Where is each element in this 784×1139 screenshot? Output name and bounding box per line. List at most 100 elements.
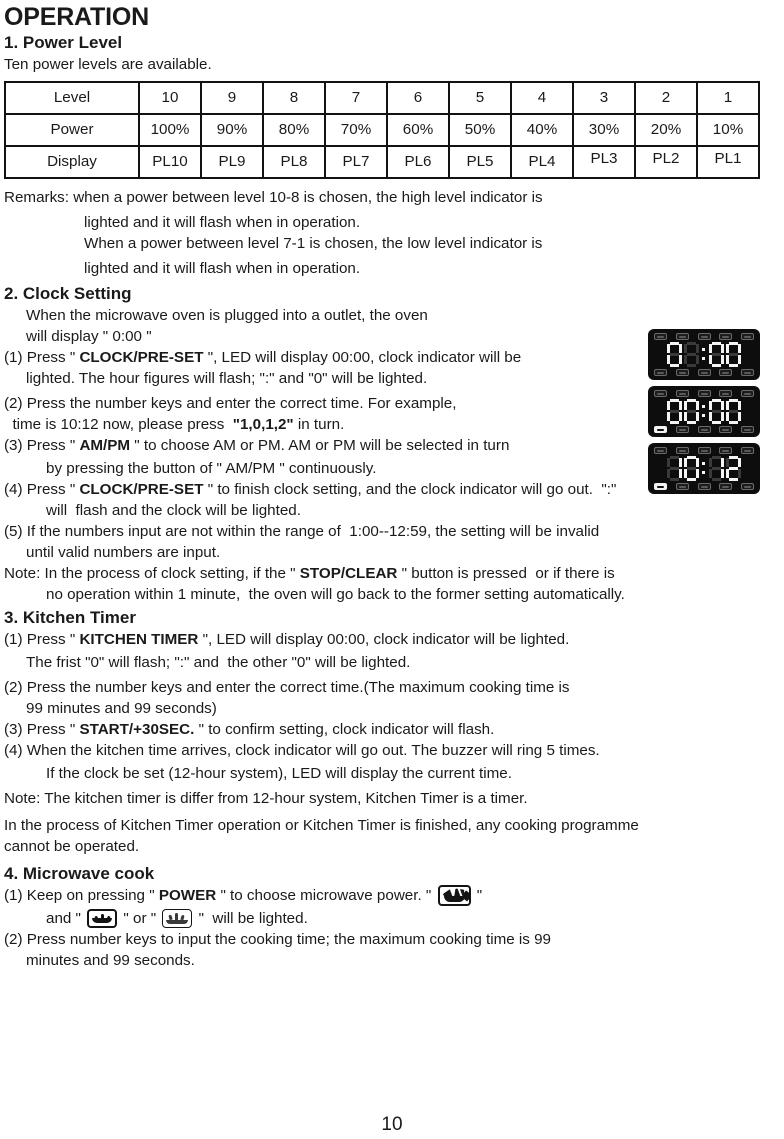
cell-level-2: 2 <box>634 81 698 115</box>
led-indicator-icon <box>654 447 667 454</box>
clock-button-clock-preset-2: CLOCK/PRE-SET <box>79 481 204 498</box>
led-indicator-icon <box>741 369 754 376</box>
led-indicator-icon <box>675 390 689 397</box>
clock-step-3-post: " to choose AM or PM. AM or PM will be s… <box>130 437 510 454</box>
led-indicator-icon <box>741 483 754 490</box>
led-digit <box>726 342 741 367</box>
led-digit <box>709 342 724 367</box>
cell-power-40: 40% <box>510 113 574 147</box>
led-indicator-icon <box>654 390 667 397</box>
led-indicator-row-top <box>654 333 754 340</box>
cell-display-pl7: PL7 <box>324 145 388 179</box>
remarks-line-4: lighted and it will flash when in operat… <box>84 260 361 277</box>
cell-power-90: 90% <box>200 113 264 147</box>
table-row-power: Power 100% 90% 80% 70% 60% 50% 40% 30% 2… <box>4 113 760 147</box>
led-digit-group <box>648 399 760 424</box>
led-indicator-row-top <box>654 447 754 454</box>
cell-power-30: 30% <box>572 113 636 147</box>
section-heading-kitchen-timer: 3. Kitchen Timer <box>4 608 136 627</box>
microwave-power-icon <box>437 885 471 906</box>
clock-note-pre: Note: In the process of clock setting, i… <box>4 565 300 582</box>
led-indicator-icon <box>654 483 667 490</box>
row-label-power: Power <box>4 113 140 147</box>
cook-step-1-pre: (1) Keep on pressing " <box>4 887 159 904</box>
section-heading-clock-setting: 2. Clock Setting <box>4 284 132 303</box>
cell-level-8: 8 <box>262 81 326 115</box>
led-indicator-icon <box>719 483 733 490</box>
clock-step-4-post: " to finish clock setting, and the clock… <box>203 481 617 498</box>
clock-step-4-cont: will flash and the clock will be lighted… <box>46 502 301 519</box>
timer-button-start-30sec: START/+30SEC. <box>79 721 195 738</box>
cell-display-pl10: PL10 <box>138 145 202 179</box>
led-display-clock-set <box>648 386 760 437</box>
cell-power-70: 70% <box>324 113 388 147</box>
led-indicator-icon <box>697 447 711 454</box>
led-digit <box>726 456 741 481</box>
led-indicator-row-bottom <box>654 426 754 433</box>
led-indicator-icon <box>654 369 667 376</box>
led-indicator-icon <box>675 333 689 340</box>
timer-step-2-line-2: 99 minutes and 99 seconds) <box>26 700 217 717</box>
clock-step-5-line-1: (5) If the numbers input are not within … <box>4 523 600 540</box>
led-digit-group <box>648 456 760 481</box>
cell-level-1: 1 <box>696 81 760 115</box>
led-indicator-icon <box>697 369 711 376</box>
cook-step-1-cont-a: and " <box>46 910 86 927</box>
cell-power-50: 50% <box>448 113 512 147</box>
led-digit <box>684 456 699 481</box>
led-colon <box>701 342 707 367</box>
timer-step-2-line-1: (2) Press the number keys and enter the … <box>4 679 570 696</box>
led-colon <box>701 456 707 481</box>
timer-step-1-cont: The frist "0" will flash; ":" and the ot… <box>26 654 411 671</box>
clock-step-4-pre: (4) Press " <box>4 481 80 498</box>
clock-button-stop-clear: STOP/CLEAR <box>299 565 398 582</box>
cook-step-1-post: " to choose microwave power. " <box>216 887 436 904</box>
led-indicator-row-bottom <box>654 369 754 376</box>
cell-display-pl8: PL8 <box>262 145 326 179</box>
timer-step-3-post: " to confirm setting, clock indicator wi… <box>194 721 495 738</box>
cook-step-2-line-2: minutes and 99 seconds. <box>26 952 195 969</box>
led-indicator-icon <box>719 369 733 376</box>
clock-step-5-line-2: until valid numbers are input. <box>26 544 221 561</box>
led-digit <box>726 399 741 424</box>
section-heading-power-level: 1. Power Level <box>4 33 123 52</box>
clock-note-post: " button is pressed or if there is <box>397 565 615 582</box>
led-indicator-row-top <box>654 390 754 397</box>
cell-display-pl3: PL3 <box>572 145 636 179</box>
cell-display-pl1: PL1 <box>696 145 760 179</box>
led-indicator-row-bottom <box>654 483 754 490</box>
clock-step-2-post: in turn. <box>293 416 345 433</box>
led-indicator-icon <box>741 333 754 340</box>
led-digit <box>709 399 724 424</box>
cell-power-80: 80% <box>262 113 326 147</box>
cell-level-10: 10 <box>138 81 202 115</box>
cell-display-pl9: PL9 <box>200 145 264 179</box>
led-indicator-icon <box>654 333 667 340</box>
cell-display-pl4: PL4 <box>510 145 574 179</box>
timer-step-3: (3) Press " START/+30SEC. " to confirm s… <box>0 719 784 740</box>
led-indicator-icon <box>719 333 733 340</box>
cook-step-1-cont-c: " will be lighted. <box>194 910 308 927</box>
led-indicator-icon <box>654 426 667 433</box>
cell-level-6: 6 <box>386 81 450 115</box>
led-digit <box>667 399 682 424</box>
table-row-level: Level 10 9 8 7 6 5 4 3 2 1 <box>4 81 760 115</box>
led-indicator-icon <box>741 447 754 454</box>
timer-step-1: (1) Press " KITCHEN TIMER ", LED will di… <box>0 629 784 650</box>
led-indicator-icon <box>697 483 711 490</box>
led-digit-group <box>648 342 760 367</box>
timer-closing-line-1: In the process of Kitchen Timer operatio… <box>4 817 639 834</box>
row-label-level: Level <box>4 81 140 115</box>
cell-power-100: 100% <box>138 113 202 147</box>
cell-level-4: 4 <box>510 81 574 115</box>
clock-step-2-pre: time is 10:12 now, please press <box>4 416 233 433</box>
table-row-display: Display PL10 PL9 PL8 PL7 PL6 PL5 PL4 PL3… <box>4 145 760 179</box>
led-display-zero-colon-zero-zero <box>648 329 760 380</box>
cell-level-9: 9 <box>200 81 264 115</box>
timer-step-3-pre: (3) Press " <box>4 721 80 738</box>
high-level-heat-indicator-icon <box>87 909 118 928</box>
led-indicator-icon <box>719 447 733 454</box>
cook-step-1: (1) Keep on pressing " POWER " to choose… <box>0 885 784 906</box>
led-indicator-icon <box>741 426 754 433</box>
led-indicator-icon <box>675 369 689 376</box>
